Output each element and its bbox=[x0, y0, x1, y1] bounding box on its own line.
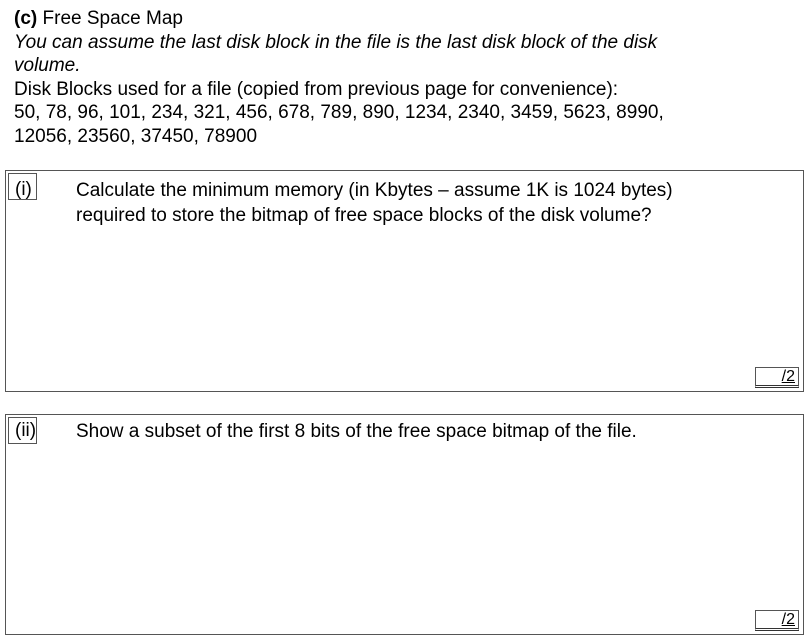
question-text-line-1: Calculate the minimum memory (in Kbytes … bbox=[76, 180, 673, 201]
section-header: (c) Free Space Map You can assume the la… bbox=[14, 7, 804, 148]
blocks-list-line-1: 50, 78, 96, 101, 234, 321, 456, 678, 789… bbox=[14, 102, 664, 123]
question-text-line-2: required to store the bitmap of free spa… bbox=[76, 205, 652, 226]
question-text: Calculate the minimum memory (in Kbytes … bbox=[76, 178, 791, 228]
question-number: (i) bbox=[15, 179, 32, 200]
assumption-line-2: volume. bbox=[14, 55, 81, 76]
question-text: Show a subset of the first 8 bits of the… bbox=[76, 419, 791, 444]
marks-box: /2 bbox=[755, 610, 799, 631]
section-heading: (c) Free Space Map bbox=[14, 7, 804, 31]
blocks-intro: Disk Blocks used for a file (copied from… bbox=[14, 78, 619, 100]
answer-box-question-ii[interactable]: (ii) Show a subset of the first 8 bits o… bbox=[5, 414, 804, 635]
assumption-line-1: You can assume the last disk block in th… bbox=[14, 31, 658, 53]
question-text-line-1: Show a subset of the first 8 bits of the… bbox=[76, 421, 637, 442]
section-title: Free Space Map bbox=[42, 8, 183, 29]
blocks-list-line-2: 12056, 23560, 37450, 78900 bbox=[14, 125, 258, 147]
answer-box-question-i[interactable]: (i) Calculate the minimum memory (in Kby… bbox=[5, 170, 804, 392]
question-number: (ii) bbox=[15, 420, 37, 441]
section-label: (c) bbox=[14, 8, 38, 29]
marks-box: /2 bbox=[755, 367, 799, 388]
